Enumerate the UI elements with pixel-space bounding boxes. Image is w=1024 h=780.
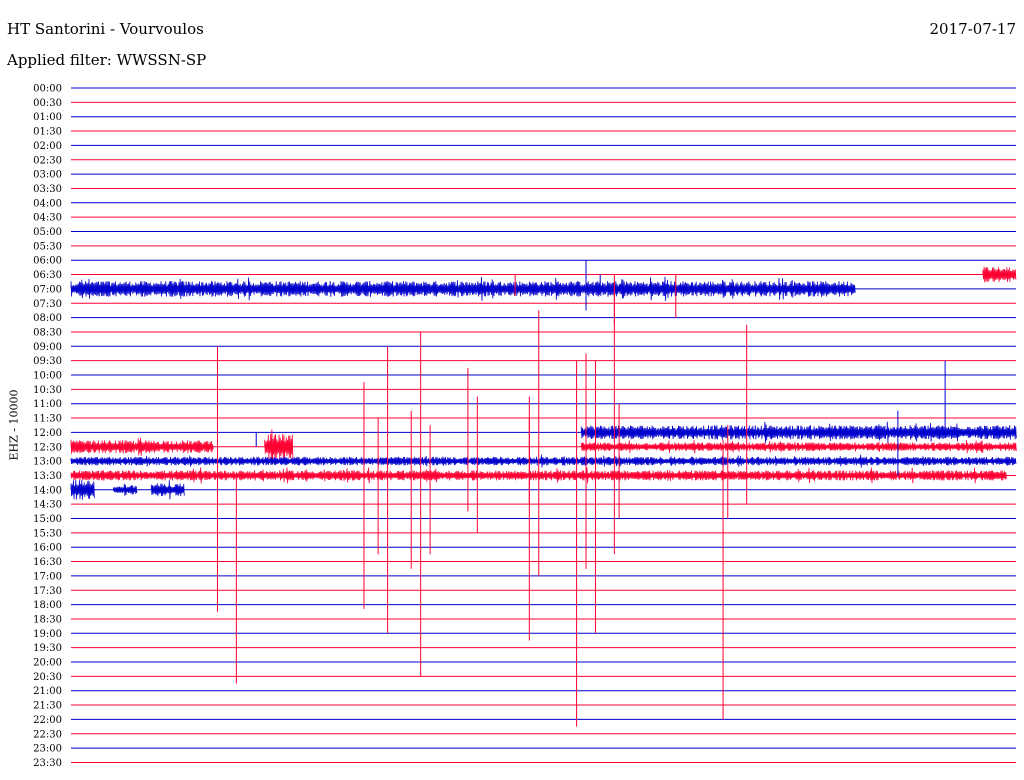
trace-1400-seg-2 [150,480,185,500]
trace-1200-seg-0 [580,421,1017,444]
row-label-1200: 12:00 [33,428,62,439]
row-label-1800: 18:00 [33,600,62,611]
row-label-0300: 03:00 [33,170,62,181]
row-lines [71,87,1016,763]
row-label-0400: 04:00 [33,198,62,209]
row-time-labels: 00:00 00:30 01:00 01:30 02:00 02:30 03:00 03:30… [33,84,62,769]
trace-1230-seg-0 [70,437,214,456]
row-label-0730: 07:30 [33,299,62,310]
row-label-1630: 16:30 [33,557,62,568]
row-label-0630: 06:30 [33,270,62,281]
row-label-0330: 03:30 [33,184,62,195]
row-label-2030: 20:30 [33,672,62,683]
helicorder-plot: 00:00 00:30 01:00 01:30 02:00 02:30 03:00 03:30… [33,84,1017,769]
row-label-1830: 18:30 [33,614,62,625]
row-label-0900: 09:00 [33,342,62,353]
row-label-0700: 07:00 [33,284,62,295]
row-label-0600: 06:00 [33,256,62,267]
row-label-0830: 08:30 [33,327,62,338]
row-label-1400: 14:00 [33,485,62,496]
row-label-1330: 13:30 [33,471,62,482]
trace-1230-seg-2 [580,440,1017,454]
row-label-1700: 17:00 [33,571,62,582]
event-spikes [216,260,946,727]
row-label-2230: 22:30 [33,729,62,740]
row-label-2000: 20:00 [33,658,62,669]
row-label-1500: 15:00 [33,514,62,525]
row-label-1300: 13:00 [33,457,62,468]
trace-1400-seg-1 [113,483,138,496]
trace-0700-seg-0 [70,276,856,302]
row-label-0230: 02:30 [33,155,62,166]
seismic-traces [70,266,1017,500]
row-label-1030: 10:30 [33,385,62,396]
row-label-2100: 21:00 [33,686,62,697]
row-label-0800: 08:00 [33,313,62,324]
row-label-1130: 11:30 [33,414,62,425]
row-label-0500: 05:00 [33,227,62,238]
row-label-0200: 02:00 [33,141,62,152]
row-label-2330: 23:30 [33,758,62,769]
row-label-1430: 14:30 [33,500,62,511]
row-label-0930: 09:30 [33,356,62,367]
row-label-1900: 19:00 [33,629,62,640]
row-label-1930: 19:30 [33,643,62,654]
row-label-0100: 01:00 [33,112,62,123]
row-label-0530: 05:30 [33,241,62,252]
row-label-1730: 17:30 [33,586,62,597]
row-label-0000: 00:00 [33,84,62,95]
trace-0630-seg-0 [982,266,1017,283]
row-label-0430: 04:30 [33,213,62,224]
row-label-1600: 16:00 [33,543,62,554]
row-label-2200: 22:00 [33,715,62,726]
row-label-2300: 23:00 [33,744,62,755]
row-label-0030: 00:30 [33,98,62,109]
row-label-1100: 11:00 [33,399,62,410]
trace-1300-seg-0 [70,454,1017,468]
row-label-1530: 15:30 [33,528,62,539]
trace-1400-seg-0 [70,479,95,500]
row-label-1230: 12:30 [33,442,62,453]
row-label-0130: 01:30 [33,127,62,138]
row-label-2130: 21:30 [33,701,62,712]
row-label-1000: 10:00 [33,371,62,382]
